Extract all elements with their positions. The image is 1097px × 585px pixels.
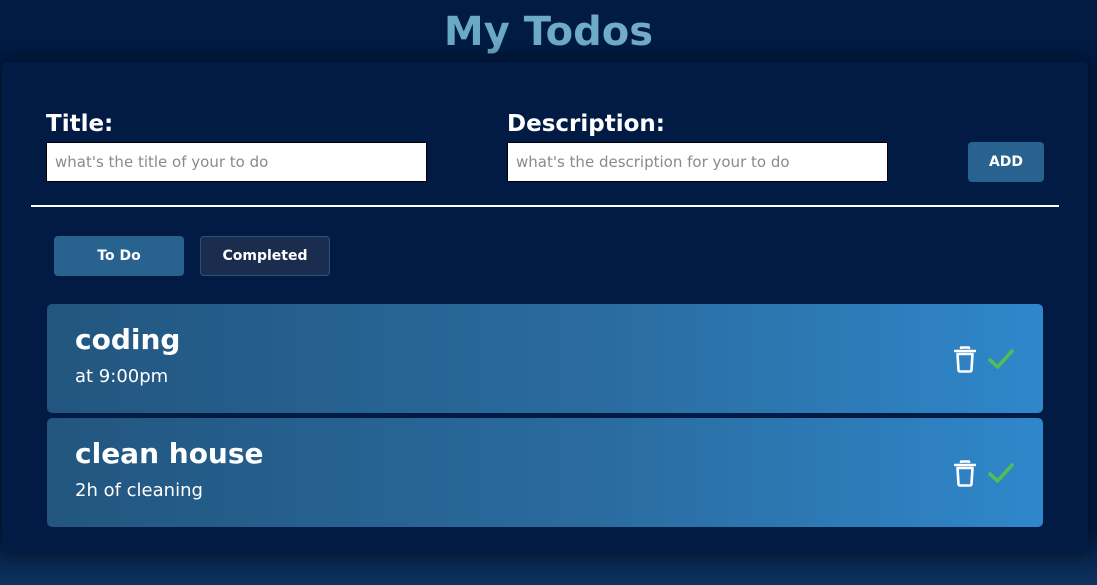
todo-card: Title: Description: ADD To Do Completed … (2, 62, 1088, 551)
todo-description: at 9:00pm (75, 366, 169, 387)
title-label: Title: (46, 111, 114, 137)
todo-title: clean house (75, 437, 264, 470)
divider (31, 205, 1059, 207)
add-button[interactable]: ADD (968, 142, 1044, 182)
tab-completed[interactable]: Completed (200, 236, 330, 276)
trash-icon[interactable] (951, 458, 979, 488)
checkmark-icon[interactable] (987, 344, 1015, 374)
trash-icon[interactable] (951, 344, 979, 374)
description-input[interactable] (507, 142, 888, 182)
title-input[interactable] (46, 142, 427, 182)
todo-title: coding (75, 323, 181, 356)
tab-todo[interactable]: To Do (54, 236, 184, 276)
todo-item: coding at 9:00pm (47, 304, 1043, 413)
page-title: My Todos (0, 8, 1097, 56)
checkmark-icon[interactable] (987, 458, 1015, 488)
todo-description: 2h of cleaning (75, 480, 203, 501)
todo-item: clean house 2h of cleaning (47, 418, 1043, 527)
description-label: Description: (507, 111, 665, 137)
